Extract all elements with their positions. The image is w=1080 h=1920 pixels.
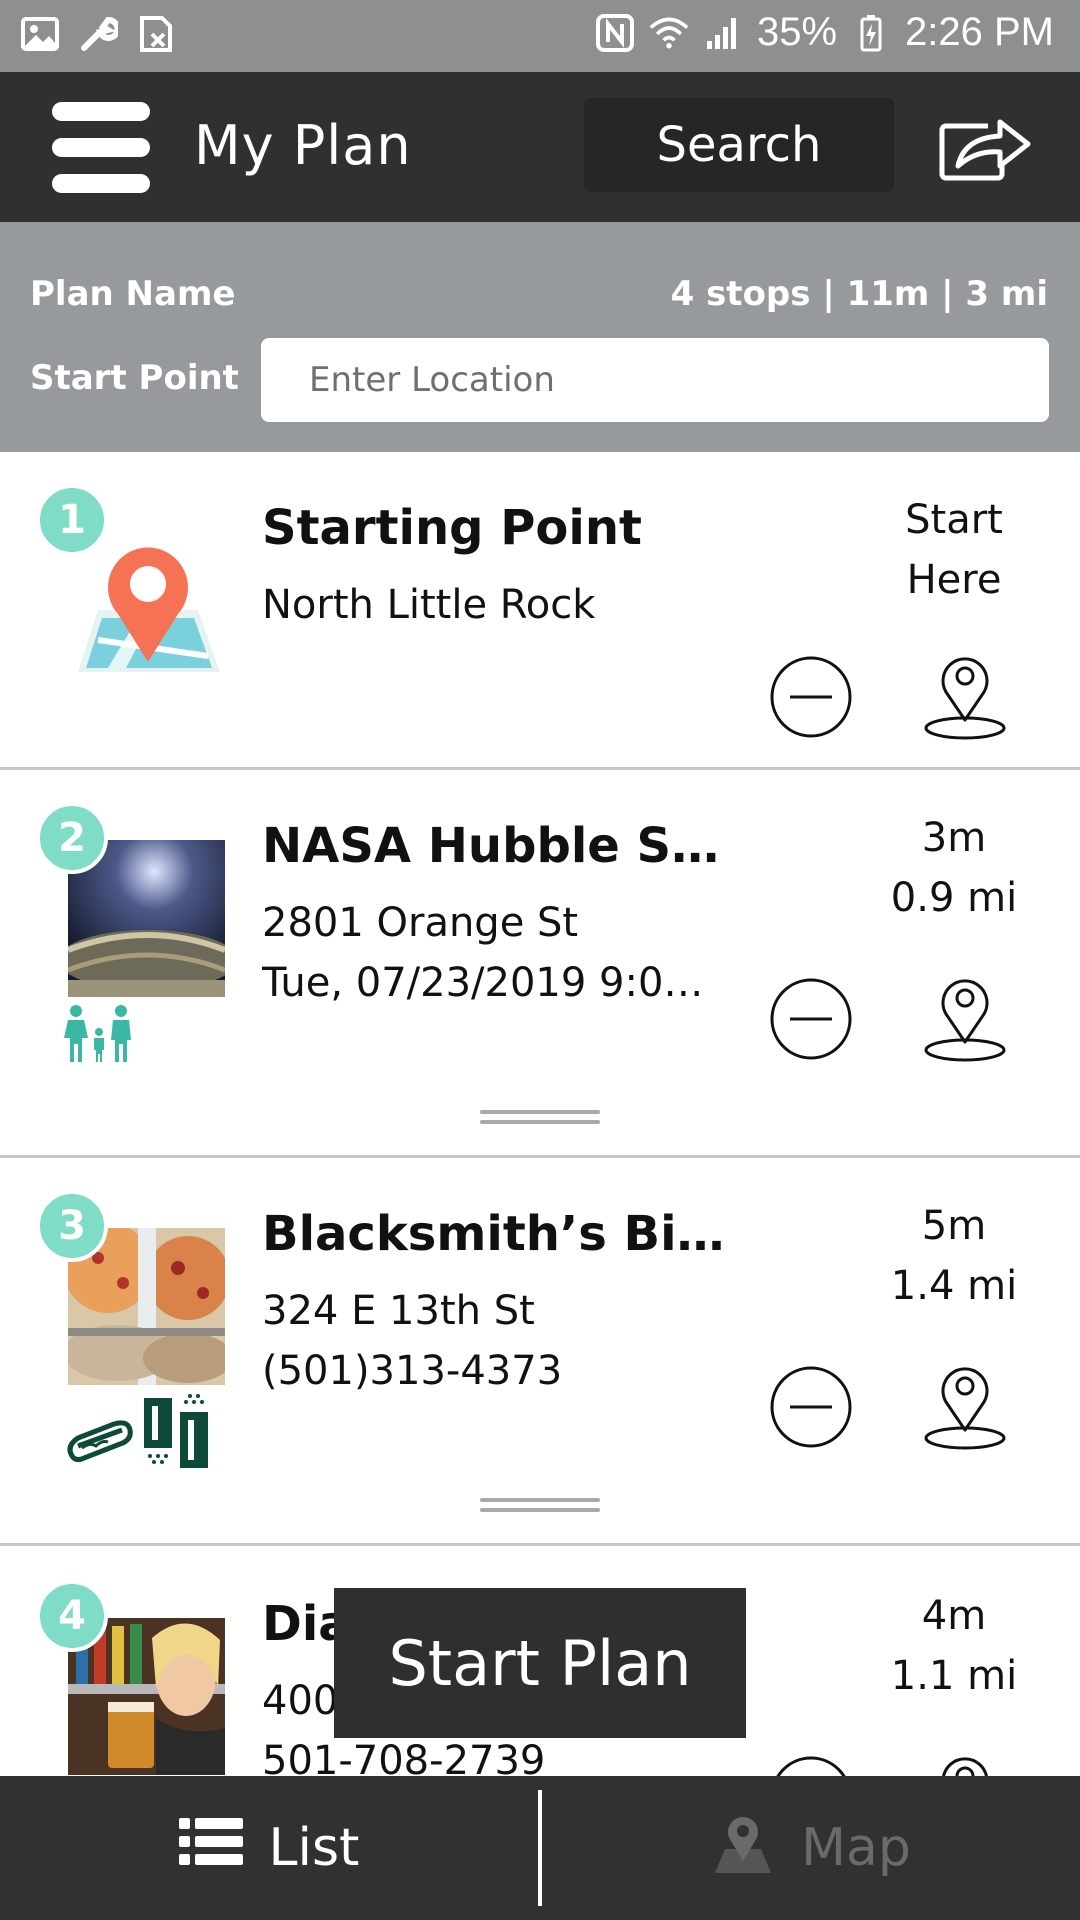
stop-meta: Start Here xyxy=(870,490,1038,610)
stop-address: 324 E 13th St xyxy=(262,1288,535,1334)
stop-phone[interactable]: (501)313-4373 xyxy=(262,1348,718,1394)
stop-distance: 1.4 mi xyxy=(890,1263,1018,1309)
stop-meta: 5m 1.4 mi xyxy=(870,1196,1038,1316)
tab-map[interactable]: Map xyxy=(542,1776,1080,1920)
map-marker-icon xyxy=(711,1809,775,1888)
stop-meta: 3m 0.9 mi xyxy=(870,808,1038,928)
stop-number-badge: 4 xyxy=(36,1580,108,1652)
start-point-input[interactable] xyxy=(261,338,1049,422)
location-pin-icon[interactable] xyxy=(922,970,1008,1064)
start-plan-button[interactable]: Start Plan xyxy=(334,1588,746,1738)
sim-icon xyxy=(136,14,176,54)
share-icon[interactable] xyxy=(938,112,1032,182)
stop-number-badge: 2 xyxy=(36,802,108,874)
page-title: My Plan xyxy=(194,114,412,177)
stop-address: North Little Rock xyxy=(262,582,596,628)
tab-list-label: List xyxy=(268,1818,360,1878)
stop-number-badge: 3 xyxy=(36,1190,108,1262)
stop-distance: Here xyxy=(906,557,1002,603)
search-button[interactable]: Search xyxy=(584,98,894,192)
battery-percent: 35% xyxy=(756,10,838,54)
stop-time: 4m xyxy=(921,1593,987,1639)
family-icon xyxy=(64,1004,134,1068)
app-bar: My Plan Search xyxy=(0,72,1080,222)
bottom-tab-bar: List Map xyxy=(0,1776,1080,1920)
remove-stop-icon[interactable] xyxy=(768,976,854,1062)
stop-time: 5m xyxy=(921,1203,987,1249)
remove-stop-icon[interactable] xyxy=(768,1364,854,1450)
tab-list[interactable]: List xyxy=(0,1776,538,1920)
nfc-icon xyxy=(595,13,635,53)
plan-stats: 4 stops | 11m | 3 mi xyxy=(670,274,1048,314)
amenity-icons xyxy=(64,1004,134,1068)
stop-address: 2801 Orange St xyxy=(262,900,579,946)
stop-time: Start xyxy=(905,497,1003,543)
start-point-label: Start Point xyxy=(30,358,239,398)
bar-icon xyxy=(142,1392,212,1472)
stop-name: Blacksmith’s Bistro xyxy=(262,1206,732,1262)
stop-time: 3m xyxy=(921,815,987,861)
image-icon xyxy=(20,14,60,54)
stop-name: NASA Hubble Space Telescope Exhibit xyxy=(262,818,732,874)
tab-map-label: Map xyxy=(801,1818,911,1878)
stop-number-badge: 1 xyxy=(36,484,108,556)
plan-header: Plan Name 4 stops | 11m | 3 mi Start Poi… xyxy=(0,222,1080,452)
plan-name-label[interactable]: Plan Name xyxy=(30,274,235,314)
stop-distance: 0.9 mi xyxy=(890,875,1018,921)
wifi-icon xyxy=(649,13,689,53)
list-item[interactable]: 2 NASA Hubble Space Telescope Exhibit 28… xyxy=(0,770,1080,1158)
hotdog-icon xyxy=(64,1418,134,1472)
list-item[interactable]: 1 Starting Point North Little Rock Start… xyxy=(0,452,1080,770)
list-icon xyxy=(178,1817,243,1879)
location-pin-icon[interactable] xyxy=(922,1358,1008,1452)
amenity-icons xyxy=(64,1392,212,1472)
stop-name: Starting Point xyxy=(262,500,642,556)
stop-distance: 1.1 mi xyxy=(890,1653,1018,1699)
drag-handle[interactable] xyxy=(480,1498,600,1514)
stop-datetime: Tue, 07/23/2019 9:00 AM xyxy=(262,960,718,1006)
list-item[interactable]: 3 Blacksmith’s Bistro 324 E 13th St (501… xyxy=(0,1158,1080,1546)
battery-icon xyxy=(851,13,891,53)
stop-meta: 4m 1.1 mi xyxy=(870,1586,1038,1706)
signal-icon xyxy=(703,13,743,53)
drag-handle[interactable] xyxy=(480,1110,600,1126)
location-pin-icon[interactable] xyxy=(922,648,1008,742)
wrench-icon xyxy=(78,14,118,54)
clock: 2:26 PM xyxy=(905,10,1054,54)
remove-stop-icon[interactable] xyxy=(768,654,854,740)
hamburger-menu-icon[interactable] xyxy=(52,102,150,194)
status-bar: 35% 2:26 PM xyxy=(0,0,1080,72)
